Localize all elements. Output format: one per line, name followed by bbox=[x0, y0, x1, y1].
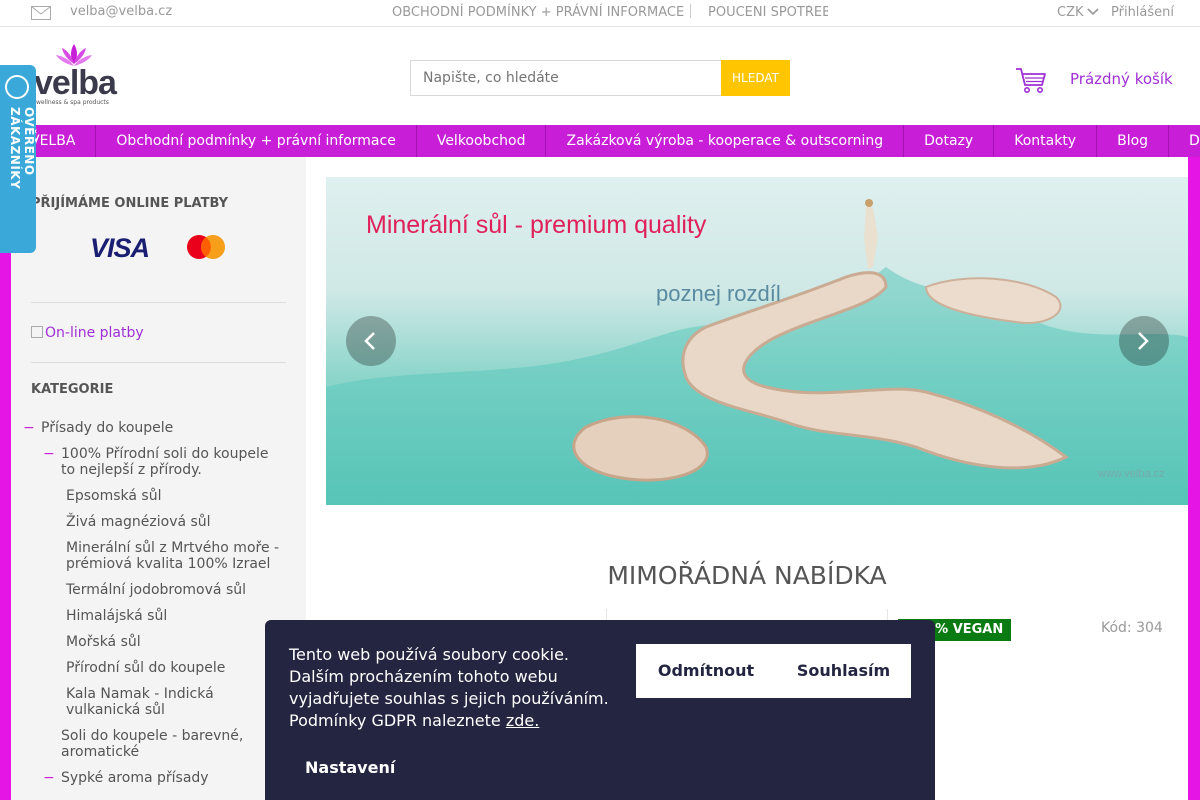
top-bar: velba@velba.cz Obchodní podmínky + právn… bbox=[0, 0, 1200, 27]
cookie-banner: Tento web používá soubory cookie. Dalším… bbox=[265, 620, 935, 800]
category-item[interactable]: Soli do koupele - barevné, aromatické bbox=[61, 728, 276, 760]
verified-badge[interactable]: OVĚŘENO ZÁKAZNÍKY bbox=[0, 65, 36, 253]
online-payments-image[interactable]: On-line platby bbox=[31, 325, 144, 341]
mail-icon bbox=[31, 6, 51, 20]
payments-title: Přijímáme online platby bbox=[31, 196, 229, 211]
visa-logo: VISA bbox=[90, 233, 150, 263]
search-button[interactable]: Hledat bbox=[721, 60, 790, 96]
banner-watermark: www.velba.cz bbox=[1098, 468, 1165, 480]
currency-selector[interactable]: CZK bbox=[1057, 5, 1084, 20]
category-item[interactable]: Himalájská sůl bbox=[66, 608, 281, 624]
background-stripe-right bbox=[1188, 157, 1200, 800]
accept-cookies-button[interactable]: Souhlasím bbox=[776, 644, 911, 698]
cookie-text: Tento web používá soubory cookie. Dalším… bbox=[289, 645, 609, 730]
collapse-icon[interactable]: − bbox=[43, 770, 55, 786]
banner-subline: poznej rozdíl bbox=[656, 281, 781, 306]
collapse-icon[interactable]: − bbox=[23, 420, 35, 436]
category-item[interactable]: Přírodní sůl do koupele bbox=[66, 660, 281, 676]
nav-item-custom-production[interactable]: Zakázková výroba - kooperace & outscorni… bbox=[546, 125, 905, 157]
category-item[interactable]: Minerální sůl z Mrtvého moře - prémiová … bbox=[66, 540, 281, 572]
terms-link[interactable]: Obchodní podmínky + právní informace bbox=[392, 5, 684, 20]
consumer-info-link[interactable]: Poučení spotřebitele bbox=[708, 5, 828, 20]
nav-item-contacts[interactable]: Kontakty bbox=[994, 125, 1098, 157]
login-link[interactable]: Přihlášení bbox=[1111, 5, 1174, 20]
divider bbox=[690, 4, 691, 18]
banner-headline: Minerální sůl - premium quality bbox=[366, 211, 707, 239]
category-item[interactable]: Termální jodobromová sůl bbox=[66, 582, 281, 598]
chevron-left-icon bbox=[364, 332, 375, 350]
cart-label: Prázdný košík bbox=[1070, 70, 1173, 88]
collapse-icon[interactable]: − bbox=[43, 446, 55, 462]
product-code-label: Kód: bbox=[1101, 620, 1132, 636]
divider bbox=[31, 362, 286, 363]
verified-seal-icon bbox=[5, 75, 29, 99]
product-code-value: 304 bbox=[1136, 620, 1163, 636]
reject-cookies-button[interactable]: Odmítnout bbox=[636, 644, 776, 698]
category-item[interactable]: Epsomská sůl bbox=[66, 488, 281, 504]
search-form: Hledat bbox=[410, 60, 790, 96]
search-input[interactable] bbox=[410, 60, 722, 96]
product-code: Kód: 304 bbox=[1101, 620, 1163, 636]
category-item[interactable]: Živá magnéziová sůl bbox=[66, 514, 281, 530]
chevron-right-icon bbox=[1138, 332, 1149, 350]
logo-tagline: wellness & spa products bbox=[36, 99, 109, 106]
nav-item-questions[interactable]: Dotazy bbox=[904, 125, 995, 157]
nav-item-blog[interactable]: Blog bbox=[1097, 125, 1170, 157]
category-item[interactable]: Mořská sůl bbox=[66, 634, 281, 650]
category-item[interactable]: Kala Namak - Indická vulkanická sůl bbox=[66, 686, 281, 718]
email-link[interactable]: velba@velba.cz bbox=[70, 4, 172, 19]
categories-title: Kategorie bbox=[31, 382, 114, 397]
category-item[interactable]: − Přísady do koupele bbox=[23, 420, 281, 436]
offer-title: Mimořádná nabídka bbox=[607, 561, 887, 590]
cookie-settings-button[interactable]: Nastavení bbox=[305, 758, 395, 777]
divider bbox=[31, 302, 286, 303]
logo[interactable]: velba wellness & spa products bbox=[30, 42, 130, 108]
category-item[interactable]: −100% Přírodní soli do koupele to nejlep… bbox=[43, 446, 281, 478]
nav-item-wholesale[interactable]: Velkoobchod bbox=[417, 125, 547, 157]
verified-badge-text: OVĚŘENO ZÁKAZNÍKY bbox=[8, 107, 36, 190]
mastercard-icon bbox=[187, 235, 225, 259]
background-stripe-left bbox=[0, 157, 11, 800]
cart-icon bbox=[1016, 68, 1046, 93]
nav-item-terms[interactable]: Obchodní podmínky + právní informace bbox=[96, 125, 417, 157]
hero-banner[interactable]: Minerální sůl - premium quality poznej r… bbox=[326, 177, 1188, 505]
online-payments-alt: On-line platby bbox=[45, 325, 144, 341]
logo-wordmark: velba bbox=[34, 64, 117, 102]
nav-item-shipping[interactable]: Doprava bbox=[1169, 125, 1200, 157]
carousel-next-button[interactable] bbox=[1119, 316, 1169, 366]
category-item[interactable]: − Sypké aroma přísady bbox=[43, 770, 276, 786]
chevron-down-icon[interactable] bbox=[1087, 8, 1099, 16]
gdpr-link[interactable]: zde. bbox=[506, 711, 539, 730]
broken-image-icon bbox=[31, 326, 43, 338]
main-nav: VELBA Obchodní podmínky + právní informa… bbox=[0, 125, 1200, 157]
carousel-prev-button[interactable] bbox=[346, 316, 396, 366]
